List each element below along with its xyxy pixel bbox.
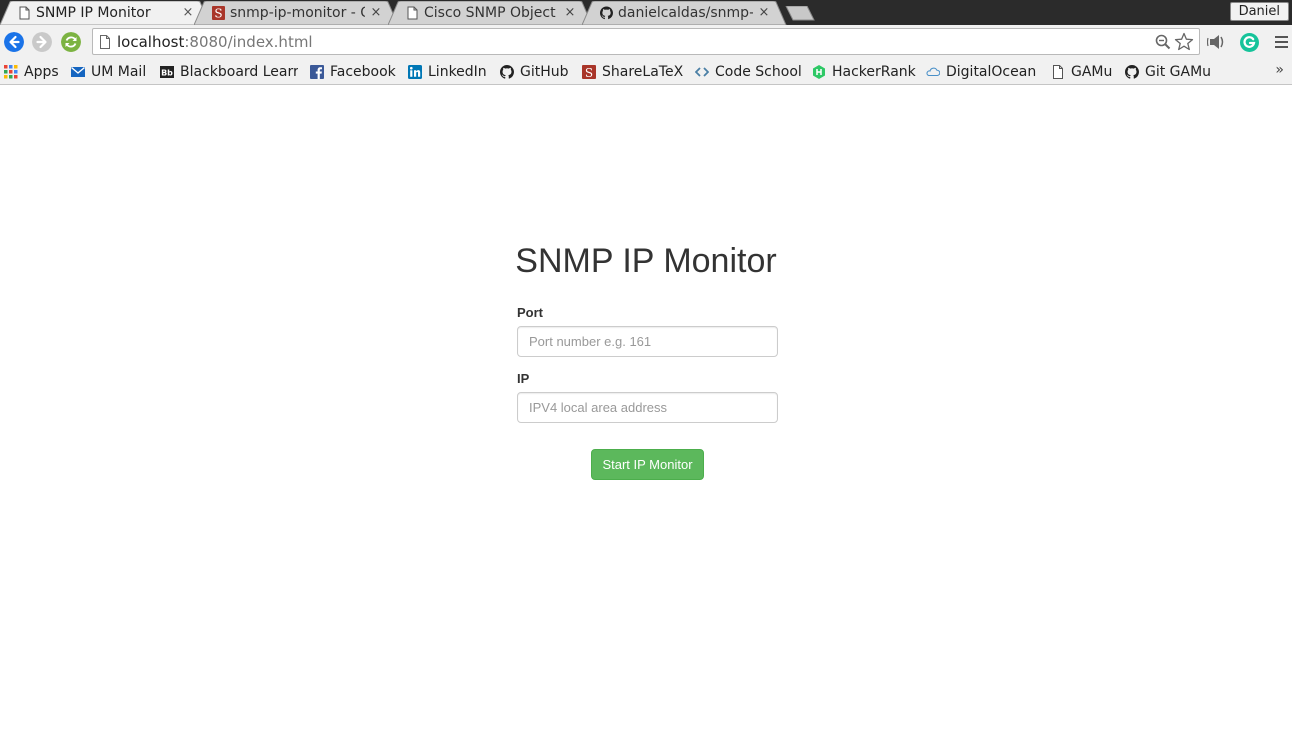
page-icon: [407, 6, 418, 20]
bookmark-label: UM Mail: [91, 63, 147, 80]
tab-snmp-ip-monitor-overleaf[interactable]: S snmp-ip-monitor - O ×: [194, 1, 400, 25]
tab-close-icon[interactable]: ×: [758, 5, 770, 21]
tab-close-icon[interactable]: ×: [182, 5, 194, 21]
reload-icon[interactable]: [61, 32, 81, 52]
bookmark-facebook[interactable]: Facebook: [310, 62, 396, 82]
forward-arrow-icon[interactable]: [32, 32, 52, 52]
bookmark-digitalocean[interactable]: DigitalOcean: [926, 62, 1036, 82]
browser-toolbar: localhost:8080/index.html: [0, 25, 1292, 60]
bookmark-label: Blackboard Learr: [180, 63, 298, 80]
new-tab-button[interactable]: [785, 6, 815, 21]
codeschool-icon: [695, 67, 709, 77]
tab-github-repo[interactable]: danielcaldas/snmp-i ×: [582, 1, 788, 25]
page-icon: [1053, 65, 1063, 79]
start-ip-monitor-button[interactable]: Start IP Monitor: [591, 449, 704, 480]
bookmark-label: LinkedIn: [428, 63, 487, 80]
bookmark-sharelatex[interactable]: S ShareLaTeX: [582, 62, 683, 82]
svg-text:S: S: [214, 7, 222, 21]
speaker-extension-icon[interactable]: [1207, 32, 1227, 52]
github-icon: [500, 65, 514, 79]
tab-title: danielcaldas/snmp-i: [618, 5, 753, 21]
grammarly-icon[interactable]: [1239, 32, 1260, 53]
bookmark-label: HackerRank: [832, 63, 916, 80]
digitalocean-icon: [926, 67, 940, 77]
tab-snmp-ip-monitor[interactable]: SNMP IP Monitor ×: [0, 1, 212, 25]
port-label: Port: [517, 305, 543, 320]
bookmark-label: Code School: [715, 63, 802, 80]
tab-cisco-snmp[interactable]: Cisco SNMP Object N ×: [388, 1, 594, 25]
page-content: SNMP IP Monitor Port IP Start IP Monitor: [0, 86, 1292, 731]
bookmark-blackboard[interactable]: Bb Blackboard Learr: [160, 62, 298, 82]
bookmark-label: GAMu: [1071, 63, 1113, 80]
bookmark-apps[interactable]: Apps: [4, 62, 59, 82]
url-host: localhost: [117, 33, 185, 51]
bookmarks-overflow-chevron-icon[interactable]: »: [1275, 62, 1284, 78]
url-text: localhost:8080/index.html: [117, 33, 313, 51]
bookmark-label: GitHub: [520, 63, 569, 80]
github-icon: [600, 6, 613, 20]
bookmark-label: ShareLaTeX: [602, 63, 684, 80]
menu-icon[interactable]: [1274, 35, 1290, 49]
bookmark-star-icon[interactable]: [1174, 32, 1194, 52]
port-input[interactable]: [517, 326, 778, 357]
svg-text:S: S: [585, 66, 593, 79]
linkedin-icon: [408, 65, 422, 79]
blackboard-icon: Bb: [160, 66, 174, 78]
back-arrow-icon[interactable]: [4, 32, 24, 52]
page-info-icon[interactable]: [99, 35, 111, 49]
bookmark-git-gamu[interactable]: Git GAMu: [1125, 62, 1211, 82]
bookmark-label: DigitalOcean: [946, 63, 1037, 80]
bookmark-code-school[interactable]: Code School: [695, 62, 802, 82]
svg-text:Bb: Bb: [161, 69, 173, 78]
bookmark-hackerrank[interactable]: HackerRank: [812, 62, 916, 82]
bookmark-label: Apps: [24, 63, 59, 80]
tab-title: Cisco SNMP Object N: [424, 5, 559, 21]
bookmark-github[interactable]: GitHub: [500, 62, 569, 82]
zoom-icon[interactable]: [1155, 34, 1171, 50]
hackerrank-icon: [813, 65, 825, 79]
bookmark-um-mail[interactable]: UM Mail: [71, 62, 146, 82]
tab-close-icon[interactable]: ×: [370, 5, 382, 21]
tab-strip: SNMP IP Monitor × S snmp-ip-monitor - O …: [0, 0, 1292, 25]
sharelatex-icon: S: [212, 6, 225, 20]
bookmarks-bar: Apps UM Mail Bb Blackboard Learr Faceboo…: [0, 60, 1292, 85]
github-icon: [1125, 65, 1139, 79]
tab-title: SNMP IP Monitor: [36, 5, 151, 21]
bookmark-label: Git GAMu: [1145, 63, 1212, 80]
bookmark-gamu[interactable]: GAMu: [1051, 62, 1112, 82]
facebook-icon: [310, 65, 324, 79]
profile-button[interactable]: Daniel: [1229, 2, 1289, 21]
mail-icon: [71, 66, 85, 77]
bookmark-linkedin[interactable]: LinkedIn: [408, 62, 487, 82]
url-path: :8080/index.html: [184, 33, 313, 51]
tab-close-icon[interactable]: ×: [564, 5, 576, 21]
page-title: SNMP IP Monitor: [515, 242, 777, 280]
apps-grid-icon: [4, 65, 18, 79]
bookmark-label: Facebook: [330, 63, 396, 80]
address-bar[interactable]: localhost:8080/index.html: [92, 28, 1200, 55]
page-icon: [19, 6, 30, 20]
sharelatex-icon: S: [582, 65, 596, 79]
tab-title: snmp-ip-monitor - O: [230, 5, 365, 21]
ip-label: IP: [517, 371, 530, 386]
ip-input[interactable]: [517, 392, 778, 423]
